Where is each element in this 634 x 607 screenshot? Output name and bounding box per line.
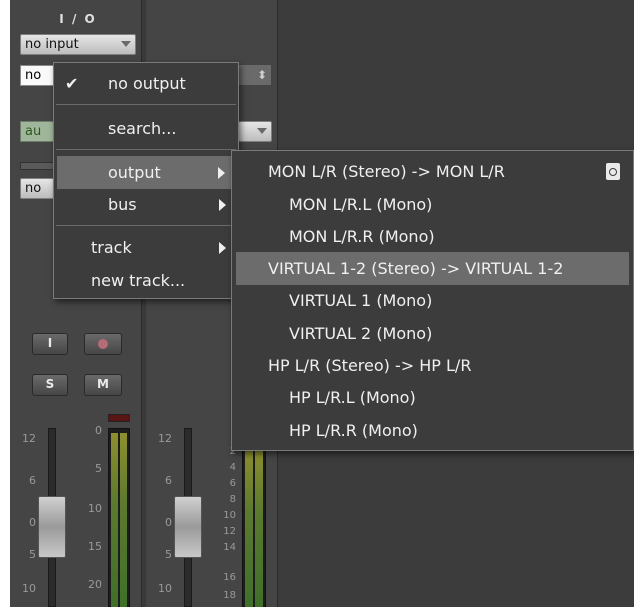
io-section-title: I / O bbox=[59, 12, 97, 26]
menu-item-label: no output bbox=[108, 74, 186, 93]
submenu-item-virtual-1-2[interactable]: VIRTUAL 1-2 (Stereo) -> VIRTUAL 1-2 bbox=[236, 252, 629, 285]
meter-scale-label: 0 bbox=[95, 424, 102, 437]
submenu-item-label: MON L/R.L (Mono) bbox=[289, 195, 433, 214]
submenu-item-label: VIRTUAL 2 (Mono) bbox=[289, 324, 433, 343]
meter-fill-left bbox=[245, 447, 253, 607]
output-selector-label: no bbox=[25, 68, 42, 83]
menu-item-output[interactable]: output bbox=[57, 156, 237, 189]
record-icon bbox=[98, 339, 108, 349]
submenu-item-label: MON L/R (Stereo) -> MON L/R bbox=[268, 162, 505, 181]
fader-scale-label: 0 bbox=[165, 516, 172, 529]
speaker-icon bbox=[606, 163, 620, 180]
volume-fader[interactable] bbox=[174, 496, 202, 558]
solo-button[interactable]: S bbox=[32, 374, 68, 396]
meter-fill-right bbox=[255, 447, 263, 607]
meter-scale-label: 10 bbox=[88, 502, 102, 515]
fader-scale-label: 0 bbox=[29, 516, 36, 529]
mixer-window: I / O no input no ⬍ au no I S M 12 6 0 5… bbox=[0, 0, 634, 607]
fader-scale-label: 12 bbox=[22, 432, 36, 445]
submenu-item-hp-lr-r[interactable]: HP L/R.R (Mono) bbox=[232, 414, 633, 447]
submenu-item-virtual-2[interactable]: VIRTUAL 2 (Mono) bbox=[232, 317, 633, 350]
submenu-item-mon-lr-stereo[interactable]: MON L/R (Stereo) -> MON L/R bbox=[232, 155, 633, 188]
fader-scale-label: 5 bbox=[165, 548, 172, 561]
meter-scale-label: 10 bbox=[223, 510, 236, 521]
checkmark-icon: ✔ bbox=[65, 74, 79, 93]
input-selector-label: no input bbox=[25, 37, 79, 52]
meter-fill-right bbox=[120, 433, 127, 607]
menu-item-bus[interactable]: bus bbox=[54, 188, 238, 221]
menu-item-search[interactable]: search... bbox=[54, 112, 238, 145]
chevron-right-icon bbox=[218, 167, 225, 179]
fader-scale-label: 5 bbox=[29, 548, 36, 561]
meter-scale-label: 5 bbox=[95, 462, 102, 475]
stereo-link-icon: ⬍ bbox=[257, 68, 268, 82]
send-selector-stub[interactable]: ⬍ bbox=[238, 64, 272, 86]
menu-item-label: search... bbox=[108, 119, 177, 138]
meter-scale-label: 16 bbox=[223, 572, 236, 583]
fader-scale-label: 6 bbox=[29, 474, 36, 487]
mute-button[interactable]: M bbox=[84, 374, 122, 396]
chevron-right-icon bbox=[219, 199, 226, 211]
meter-fill-left bbox=[111, 433, 118, 607]
input-selector[interactable]: no input bbox=[20, 34, 136, 55]
submenu-item-hp-lr-stereo[interactable]: HP L/R (Stereo) -> HP L/R bbox=[232, 349, 633, 382]
submenu-item-label: HP L/R (Stereo) -> HP L/R bbox=[268, 356, 472, 375]
chevron-down-icon bbox=[121, 41, 131, 47]
meter-scale-label: 4 bbox=[229, 462, 236, 473]
automation-selector-label: au bbox=[25, 124, 42, 139]
meter-scale-label: 12 bbox=[223, 526, 236, 537]
menu-separator bbox=[56, 149, 236, 150]
meter-scale-label: 15 bbox=[88, 540, 102, 553]
submenu-item-label: HP L/R.L (Mono) bbox=[289, 388, 416, 407]
level-meter bbox=[108, 428, 130, 607]
input-monitor-button[interactable]: I bbox=[32, 333, 68, 355]
clip-indicator[interactable] bbox=[108, 414, 130, 422]
meter-scale-label: 18 bbox=[223, 590, 236, 601]
menu-item-label: bus bbox=[108, 195, 137, 214]
submenu-item-hp-lr-l[interactable]: HP L/R.L (Mono) bbox=[232, 381, 633, 414]
chevron-right-icon bbox=[219, 242, 226, 254]
record-arm-button[interactable] bbox=[84, 333, 122, 355]
level-meter bbox=[242, 446, 266, 607]
fader-scale-label: 10 bbox=[22, 582, 36, 595]
meter-scale-label: 20 bbox=[88, 578, 102, 591]
submenu-item-label: VIRTUAL 1 (Mono) bbox=[289, 291, 433, 310]
group-selector-label: no bbox=[25, 181, 42, 196]
output-popup-menu: ✔ no output search... output bus track n… bbox=[53, 62, 239, 299]
automation-selector-2[interactable] bbox=[238, 121, 272, 142]
meter-scale-label: 14 bbox=[223, 542, 236, 553]
meter-scale-label: 6 bbox=[229, 478, 236, 489]
output-submenu: MON L/R (Stereo) -> MON L/R MON L/R.L (M… bbox=[231, 150, 634, 451]
menu-separator bbox=[56, 225, 236, 226]
submenu-item-virtual-1[interactable]: VIRTUAL 1 (Mono) bbox=[232, 284, 633, 317]
menu-item-new-track[interactable]: new track... bbox=[54, 264, 238, 297]
submenu-item-label: HP L/R.R (Mono) bbox=[289, 421, 418, 440]
fader-scale-label: 10 bbox=[158, 582, 172, 595]
menu-item-no-output[interactable]: ✔ no output bbox=[54, 67, 238, 100]
menu-item-label: track bbox=[91, 238, 132, 257]
submenu-item-mon-lr-l[interactable]: MON L/R.L (Mono) bbox=[232, 188, 633, 221]
menu-separator bbox=[56, 104, 236, 105]
meter-scale-label: 8 bbox=[229, 494, 236, 505]
menu-item-label: output bbox=[108, 163, 161, 182]
volume-fader[interactable] bbox=[38, 496, 66, 558]
submenu-item-label: VIRTUAL 1-2 (Stereo) -> VIRTUAL 1-2 bbox=[268, 259, 564, 278]
menu-item-track[interactable]: track bbox=[54, 231, 238, 264]
submenu-item-label: MON L/R.R (Mono) bbox=[289, 227, 435, 246]
fader-scale-label: 6 bbox=[165, 474, 172, 487]
menu-item-label: new track... bbox=[91, 271, 186, 290]
submenu-item-mon-lr-r[interactable]: MON L/R.R (Mono) bbox=[232, 220, 633, 253]
chevron-down-icon bbox=[257, 128, 267, 134]
fader-scale-label: 12 bbox=[158, 432, 172, 445]
